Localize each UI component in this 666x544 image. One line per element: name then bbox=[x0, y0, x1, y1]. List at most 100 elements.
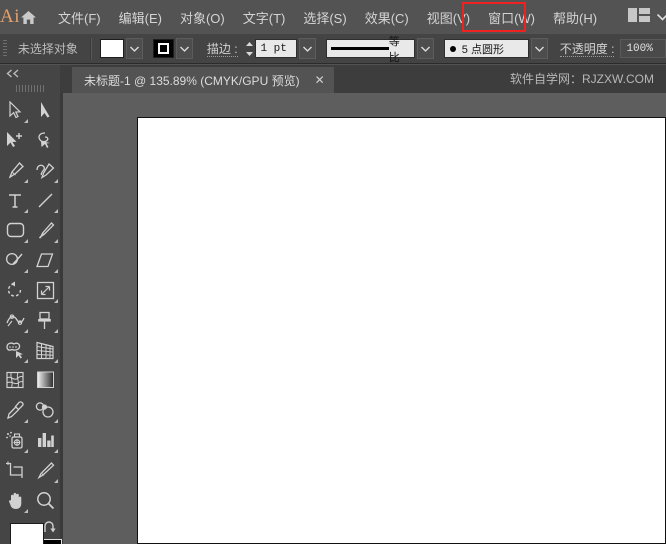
tool-panel-edge bbox=[60, 93, 63, 544]
fill-color-box[interactable] bbox=[10, 523, 44, 544]
blend-tool[interactable] bbox=[30, 395, 60, 425]
opacity-label[interactable]: 不透明度 : bbox=[559, 41, 615, 57]
paintbrush-tool[interactable] bbox=[30, 215, 60, 245]
control-separator-1 bbox=[89, 37, 92, 60]
flyout-corner-icon bbox=[54, 419, 58, 423]
rectangle-tool[interactable] bbox=[0, 215, 30, 245]
flyout-corner-icon bbox=[54, 269, 58, 273]
flyout-corner-icon bbox=[54, 179, 58, 183]
close-icon[interactable]: ✕ bbox=[312, 74, 328, 86]
stroke-profile-preview-icon bbox=[330, 47, 389, 50]
flyout-corner-icon bbox=[54, 359, 58, 363]
workspace-layout-icon bbox=[628, 7, 651, 27]
flyout-corner-icon bbox=[24, 209, 28, 213]
flyout-corner-icon bbox=[24, 449, 28, 453]
artboard-tool[interactable] bbox=[0, 455, 30, 485]
fill-color-swatch[interactable] bbox=[99, 39, 124, 58]
flyout-corner-icon bbox=[54, 299, 58, 303]
home-icon[interactable] bbox=[20, 0, 37, 34]
chevron-down-icon bbox=[656, 8, 666, 26]
shaper-tool[interactable] bbox=[0, 245, 30, 275]
flyout-corner-icon bbox=[24, 359, 28, 363]
stroke-color-dropdown[interactable] bbox=[175, 38, 193, 59]
curvature-tool[interactable] bbox=[30, 155, 60, 185]
selection-tool[interactable] bbox=[0, 95, 30, 125]
gradient-tool[interactable] bbox=[30, 365, 60, 395]
flyout-corner-icon bbox=[24, 509, 28, 513]
menu-file[interactable]: 文件(F) bbox=[49, 0, 110, 34]
zoom-tool[interactable] bbox=[30, 485, 60, 515]
tool-panel-grip[interactable] bbox=[0, 81, 60, 95]
brush-definition-dropdown[interactable] bbox=[530, 38, 548, 59]
magic-wand-tool[interactable] bbox=[0, 125, 30, 155]
canvas-area[interactable] bbox=[60, 93, 666, 544]
type-tool[interactable] bbox=[0, 185, 30, 215]
artboard[interactable] bbox=[137, 117, 666, 544]
stroke-profile-field[interactable]: 等比 bbox=[325, 36, 415, 64]
stroke-profile-dropdown[interactable] bbox=[416, 38, 434, 59]
flyout-corner-icon bbox=[24, 329, 28, 333]
control-bar: 未选择对象 描边 : 1 pt 等比 5 点圆形 不透明度: 100% bbox=[0, 34, 666, 64]
direct-selection-tool[interactable] bbox=[30, 95, 60, 125]
stroke-weight-stepper[interactable] bbox=[244, 39, 255, 59]
menu-select[interactable]: 选择(S) bbox=[294, 0, 355, 34]
scale-tool[interactable] bbox=[30, 275, 60, 305]
illustrator-window: Ai 文件(F) 编辑(E) 对象(O) 文字(T) 选择(S) 效果(C) 视… bbox=[0, 0, 666, 544]
menu-effect[interactable]: 效果(C) bbox=[356, 0, 418, 34]
workspace-switcher[interactable] bbox=[628, 7, 666, 27]
column-graph-tool[interactable] bbox=[30, 425, 60, 455]
opacity-input[interactable]: 100% bbox=[620, 39, 666, 58]
perspective-grid-tool[interactable] bbox=[30, 335, 60, 365]
swap-fill-stroke-icon[interactable] bbox=[42, 521, 56, 539]
flyout-corner-icon bbox=[24, 239, 28, 243]
fill-color-dropdown[interactable] bbox=[125, 38, 143, 59]
tool-panel bbox=[0, 65, 62, 544]
menu-items: 文件(F) 编辑(E) 对象(O) 文字(T) 选择(S) 效果(C) 视图(V… bbox=[49, 0, 606, 34]
document-tab-title: 未标题-1 @ 135.89% (CMYK/GPU 预览) bbox=[84, 73, 300, 88]
free-transform-tool[interactable] bbox=[30, 305, 60, 335]
menu-bar: Ai 文件(F) 编辑(E) 对象(O) 文字(T) 选择(S) 效果(C) 视… bbox=[0, 0, 666, 34]
flyout-corner-icon bbox=[54, 239, 58, 243]
width-tool[interactable] bbox=[0, 305, 30, 335]
shape-builder-tool[interactable] bbox=[0, 335, 30, 365]
flyout-corner-icon bbox=[24, 269, 28, 273]
flyout-corner-icon bbox=[24, 119, 28, 123]
stroke-weight-label[interactable]: 描边 : bbox=[206, 41, 238, 57]
lasso-tool[interactable] bbox=[30, 125, 60, 155]
menu-object[interactable]: 对象(O) bbox=[171, 0, 234, 34]
symbol-sprayer-tool[interactable] bbox=[0, 425, 30, 455]
mesh-tool[interactable] bbox=[0, 365, 30, 395]
stroke-color-swatch[interactable] bbox=[152, 39, 174, 58]
eyedropper-tool[interactable] bbox=[0, 395, 30, 425]
line-segment-tool[interactable] bbox=[30, 185, 60, 215]
watermark-text: 软件自学网：RJZXW.COM bbox=[510, 72, 654, 86]
brush-definition-label: 5 点圆形 bbox=[461, 43, 504, 56]
menu-window[interactable]: 窗口(W) bbox=[479, 0, 544, 34]
app-logo: Ai bbox=[0, 6, 20, 27]
rotate-tool[interactable] bbox=[0, 275, 30, 305]
control-bar-grip[interactable] bbox=[0, 34, 10, 64]
brush-definition-field[interactable]: 5 点圆形 bbox=[443, 39, 529, 58]
menu-edit[interactable]: 编辑(E) bbox=[110, 0, 171, 34]
eraser-tool[interactable] bbox=[30, 245, 60, 275]
stroke-weight-dropdown[interactable] bbox=[299, 38, 316, 59]
tool-grid bbox=[0, 95, 60, 515]
slice-tool[interactable] bbox=[30, 455, 60, 485]
menu-view[interactable]: 视图(V) bbox=[418, 0, 479, 34]
fill-stroke-controls bbox=[0, 519, 62, 544]
document-tab[interactable]: 未标题-1 @ 135.89% (CMYK/GPU 预览) ✕ bbox=[72, 67, 334, 93]
flyout-corner-icon bbox=[24, 179, 28, 183]
flyout-corner-icon bbox=[54, 209, 58, 213]
pen-tool[interactable] bbox=[0, 155, 30, 185]
menu-type[interactable]: 文字(T) bbox=[234, 0, 295, 34]
menu-help[interactable]: 帮助(H) bbox=[544, 0, 606, 34]
double-chevron-left-icon[interactable] bbox=[0, 65, 60, 81]
flyout-corner-icon bbox=[24, 299, 28, 303]
flyout-corner-icon bbox=[54, 329, 58, 333]
flyout-corner-icon bbox=[54, 449, 58, 453]
flyout-corner-icon bbox=[54, 479, 58, 483]
hand-tool[interactable] bbox=[0, 485, 30, 515]
selection-status-label: 未选择对象 bbox=[17, 42, 78, 56]
brush-preview-icon bbox=[449, 45, 456, 52]
stroke-weight-input[interactable]: 1 pt bbox=[255, 39, 298, 58]
